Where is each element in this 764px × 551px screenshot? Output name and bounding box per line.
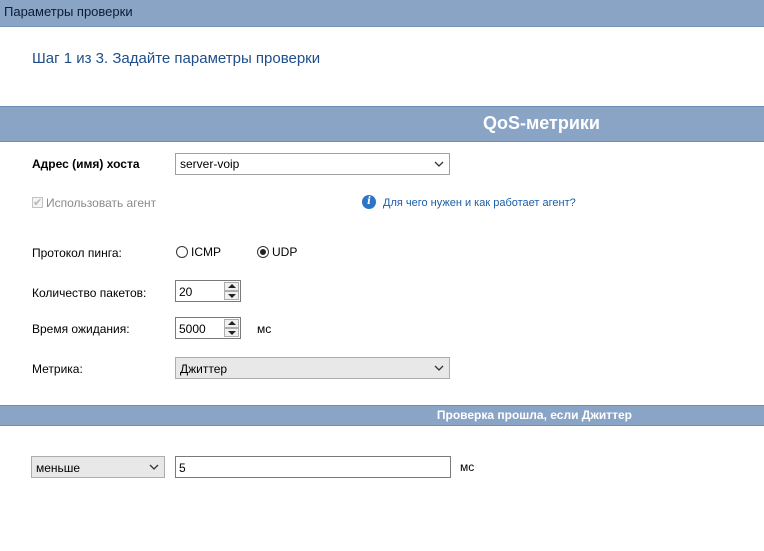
- triangle-up-icon: [228, 284, 236, 288]
- packets-spinbox[interactable]: 20: [175, 280, 241, 302]
- ping-protocol-label: Протокол пинга:: [32, 246, 122, 260]
- radio-icmp-label[interactable]: ICMP: [191, 245, 221, 259]
- condition-operator-value: меньше: [36, 461, 81, 475]
- pass-condition-header: Проверка прошла, если Джиттер: [0, 405, 764, 426]
- radio-icmp[interactable]: [176, 246, 188, 258]
- packets-label: Количество пакетов:: [32, 286, 147, 300]
- radio-udp-label[interactable]: UDP: [272, 245, 297, 259]
- metric-value: Джиттер: [180, 362, 228, 376]
- chevron-down-icon[interactable]: [434, 363, 444, 373]
- timeout-spinbox[interactable]: 5000: [175, 317, 241, 339]
- triangle-down-icon: [228, 294, 236, 298]
- metric-dropdown[interactable]: Джиттер: [175, 357, 450, 379]
- qos-section-title: QoS-метрики: [482, 113, 600, 133]
- condition-operator-dropdown[interactable]: меньше: [31, 456, 165, 478]
- timeout-decrement-button[interactable]: [224, 328, 239, 337]
- metric-label: Метрика:: [32, 362, 83, 376]
- condition-value: 5: [179, 461, 186, 475]
- pass-condition-title: Проверка прошла, если Джиттер: [436, 408, 632, 422]
- timeout-label: Время ожидания:: [32, 322, 130, 336]
- timeout-increment-button[interactable]: [224, 319, 239, 328]
- chevron-down-icon[interactable]: [149, 462, 159, 472]
- qos-section-header: QoS-метрики: [0, 106, 764, 142]
- triangle-up-icon: [228, 321, 236, 325]
- packets-decrement-button[interactable]: [224, 291, 239, 300]
- chevron-down-icon[interactable]: [434, 159, 444, 169]
- use-agent-checkbox[interactable]: ✔: [32, 197, 43, 209]
- window-title: Параметры проверки: [4, 4, 133, 19]
- title-bar: Параметры проверки: [0, 0, 764, 27]
- packets-increment-button[interactable]: [224, 282, 239, 291]
- agent-help-link[interactable]: Для чего нужен и как работает агент?: [383, 197, 576, 209]
- use-agent-label: Использовать агент: [46, 196, 157, 210]
- radio-udp[interactable]: [257, 246, 269, 258]
- host-label: Адрес (имя) хоста: [32, 157, 140, 171]
- triangle-down-icon: [228, 331, 236, 335]
- host-value: server-voip: [180, 157, 240, 171]
- timeout-unit: мс: [257, 322, 272, 336]
- checkmark-icon: ✔: [33, 197, 43, 209]
- condition-unit: мс: [460, 460, 475, 474]
- timeout-value: 5000: [179, 322, 206, 336]
- info-icon: i: [362, 195, 376, 209]
- host-combobox[interactable]: server-voip: [175, 153, 450, 175]
- step-title: Шаг 1 из 3. Задайте параметры проверки: [32, 50, 321, 67]
- condition-value-input[interactable]: 5: [175, 456, 451, 478]
- packets-value: 20: [179, 285, 193, 299]
- radio-udp-selected-dot: [260, 249, 266, 255]
